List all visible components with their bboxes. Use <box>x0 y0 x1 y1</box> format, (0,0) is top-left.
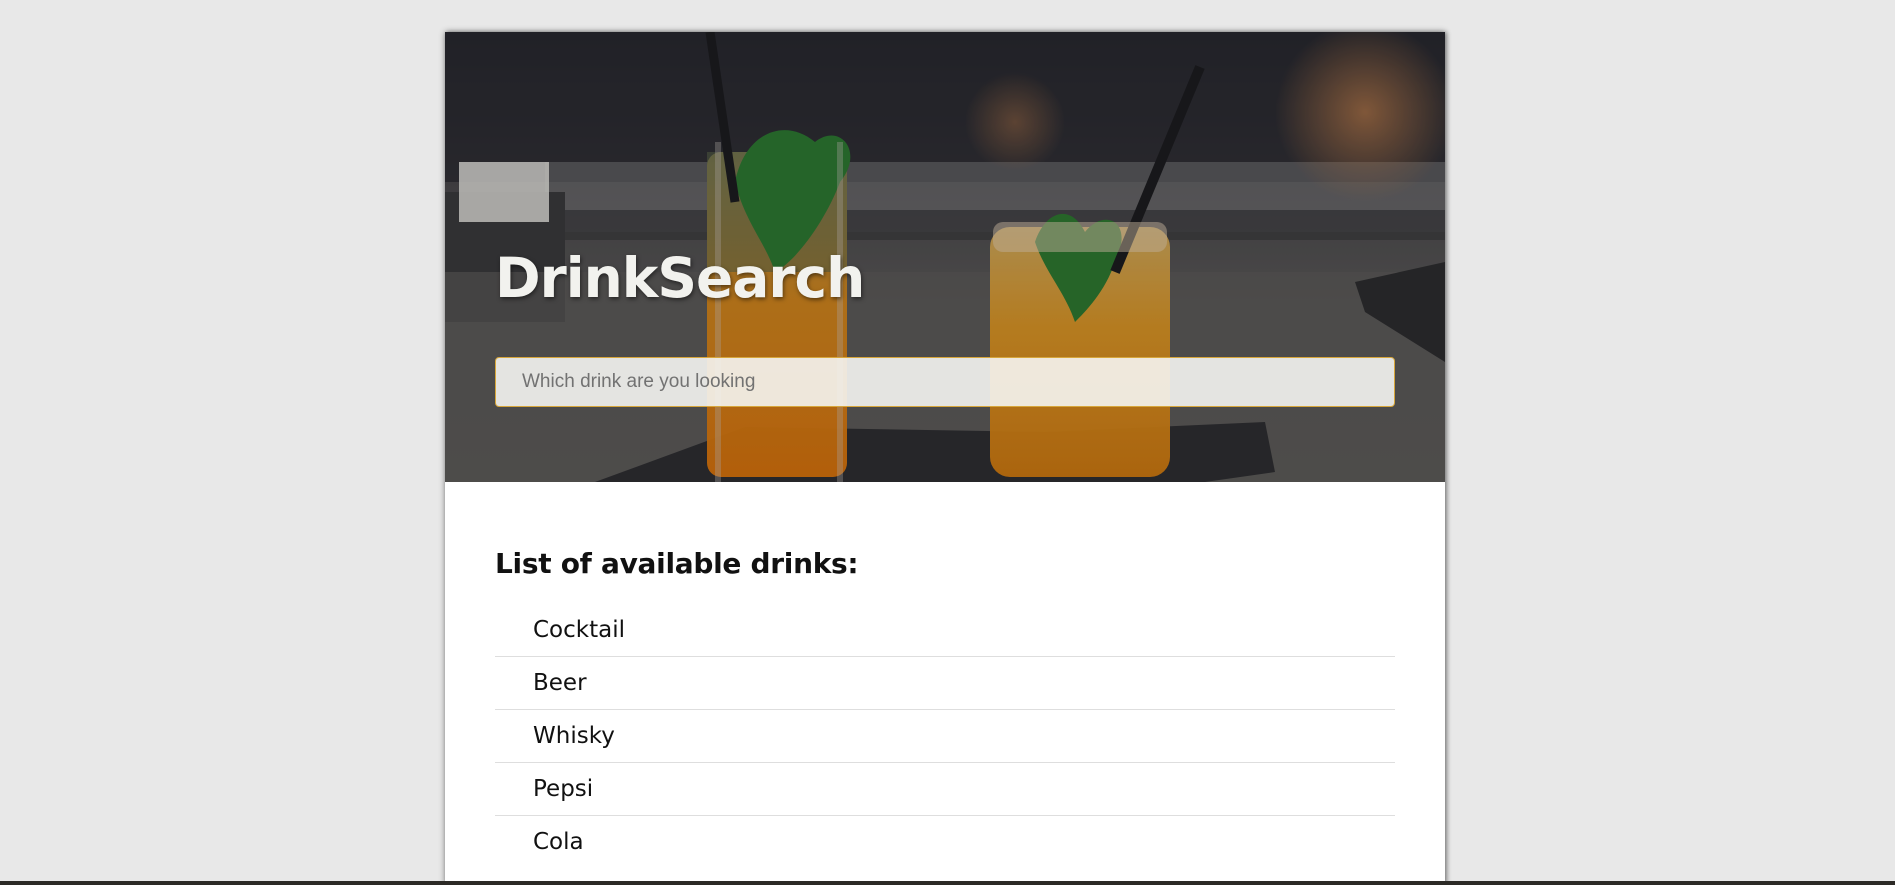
list-item-pepsi[interactable]: Pepsi <box>495 763 1395 816</box>
brand-logo: DrinkSearch <box>495 246 865 310</box>
list-title: List of available drinks: <box>495 547 859 580</box>
hero-banner: DrinkSearch <box>445 32 1445 482</box>
app-card: DrinkSearch List of available drinks: Co… <box>445 32 1445 885</box>
bottom-edge-strip <box>0 881 1895 885</box>
list-item-cocktail[interactable]: Cocktail <box>495 604 1395 657</box>
search-input[interactable] <box>495 357 1395 407</box>
drinks-section: List of available drinks: Cocktail Beer … <box>445 482 1445 868</box>
list-item-whisky[interactable]: Whisky <box>495 710 1395 763</box>
drink-list: Cocktail Beer Whisky Pepsi Cola <box>495 604 1395 868</box>
list-item-cola[interactable]: Cola <box>495 816 1395 868</box>
list-item-beer[interactable]: Beer <box>495 657 1395 710</box>
